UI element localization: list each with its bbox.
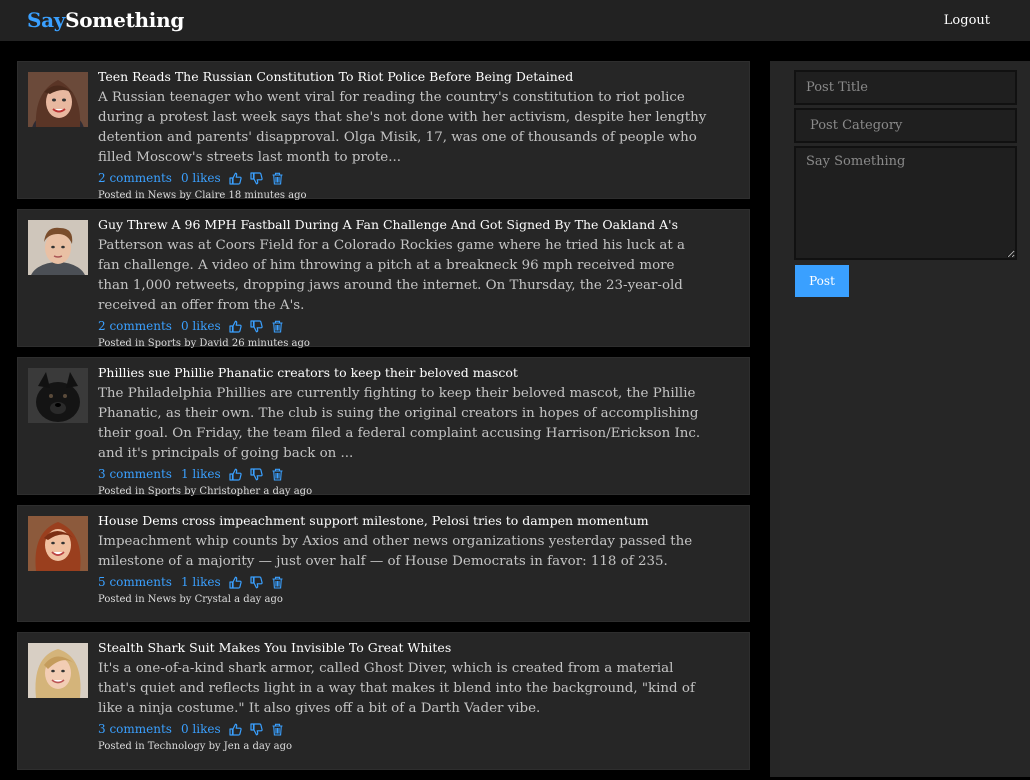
likes-link[interactable]: 1 likes <box>181 574 221 590</box>
thumbs-up-icon[interactable] <box>229 468 242 481</box>
post-actions: 2 comments 0 likes <box>98 318 739 334</box>
comments-link[interactable]: 5 comments <box>98 574 172 590</box>
trash-icon[interactable] <box>271 172 284 185</box>
likes-link[interactable]: 0 likes <box>181 170 221 186</box>
post-title[interactable]: Stealth Shark Suit Makes You Invisible T… <box>98 641 739 655</box>
thumbs-down-icon[interactable] <box>250 171 263 185</box>
post-card: Teen Reads The Russian Constitution To R… <box>17 61 750 201</box>
comments-link[interactable]: 2 comments <box>98 170 172 186</box>
post-meta: Posted in News by Claire 18 minutes ago <box>98 190 307 201</box>
author-avatar[interactable] <box>28 516 88 571</box>
post-actions: 3 comments 1 likes <box>98 466 739 482</box>
post-body: It's a one-of-a-kind shark armor, called… <box>98 661 695 716</box>
trash-icon[interactable] <box>271 576 284 589</box>
post-actions: 3 comments 0 likes <box>98 721 739 737</box>
post-meta: Posted in Technology by Jen a day ago <box>98 741 293 752</box>
say-something-textarea[interactable] <box>794 146 1017 260</box>
thumbs-down-icon[interactable] <box>250 722 263 736</box>
post-title[interactable]: House Dems cross impeachment support mil… <box>98 514 739 528</box>
author-avatar[interactable] <box>28 72 88 127</box>
post-actions: 5 comments 1 likes <box>98 574 739 590</box>
likes-link[interactable]: 0 likes <box>181 721 221 737</box>
post-body: A Russian teenager who went viral for re… <box>98 90 707 165</box>
author-avatar[interactable] <box>28 220 88 275</box>
post-category-input[interactable] <box>794 108 1017 143</box>
comments-link[interactable]: 2 comments <box>98 318 172 334</box>
thumbs-up-icon[interactable] <box>229 320 242 333</box>
trash-icon[interactable] <box>271 723 284 736</box>
post-title[interactable]: Guy Threw A 96 MPH Fastball During A Fan… <box>98 218 739 232</box>
post-meta: Posted in News by Crystal a day ago <box>98 594 283 605</box>
post-body: The Philadelphia Phillies are currently … <box>98 386 701 461</box>
post-body: Impeachment whip counts by Axios and oth… <box>98 534 693 569</box>
comments-link[interactable]: 3 comments <box>98 721 172 737</box>
post-card: Stealth Shark Suit Makes You Invisible T… <box>17 632 750 770</box>
top-navbar: SaySomething Logout <box>0 0 1030 41</box>
author-avatar[interactable] <box>28 368 88 423</box>
thumbs-down-icon[interactable] <box>250 319 263 333</box>
post-button[interactable]: Post <box>795 265 849 297</box>
post-meta: Posted in Sports by David 26 minutes ago <box>98 338 310 349</box>
comments-link[interactable]: 3 comments <box>98 466 172 482</box>
logout-link[interactable]: Logout <box>944 13 990 28</box>
post-title-input[interactable] <box>794 70 1017 105</box>
post-title[interactable]: Phillies sue Phillie Phanatic creators t… <box>98 366 739 380</box>
likes-link[interactable]: 1 likes <box>181 466 221 482</box>
trash-icon[interactable] <box>271 468 284 481</box>
post-card: House Dems cross impeachment support mil… <box>17 505 750 622</box>
post-meta: Posted in Sports by Christopher a day ag… <box>98 486 313 497</box>
post-card: Guy Threw A 96 MPH Fastball During A Fan… <box>17 209 750 349</box>
likes-link[interactable]: 0 likes <box>181 318 221 334</box>
brand-say: Say <box>27 8 66 32</box>
brand-logo[interactable]: SaySomething <box>27 8 184 32</box>
thumbs-up-icon[interactable] <box>229 172 242 185</box>
post-body: Patterson was at Coors Field for a Color… <box>98 238 685 313</box>
post-actions: 2 comments 0 likes <box>98 170 739 186</box>
thumbs-down-icon[interactable] <box>250 467 263 481</box>
author-avatar[interactable] <box>28 643 88 698</box>
thumbs-up-icon[interactable] <box>229 576 242 589</box>
post-card: Phillies sue Phillie Phanatic creators t… <box>17 357 750 497</box>
post-title[interactable]: Teen Reads The Russian Constitution To R… <box>98 70 739 84</box>
thumbs-up-icon[interactable] <box>229 723 242 736</box>
brand-something: Something <box>65 8 184 32</box>
post-feed: Teen Reads The Russian Constitution To R… <box>17 61 750 780</box>
thumbs-down-icon[interactable] <box>250 575 263 589</box>
trash-icon[interactable] <box>271 320 284 333</box>
compose-sidebar: Post <box>770 61 1030 777</box>
